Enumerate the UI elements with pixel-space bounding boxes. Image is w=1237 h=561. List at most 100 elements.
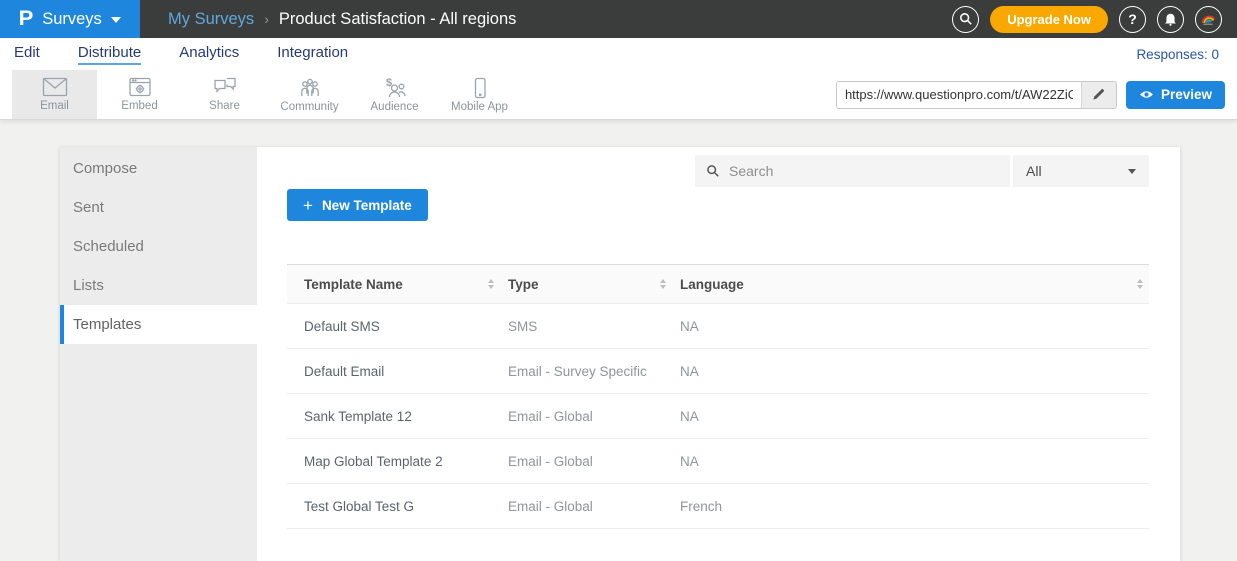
email-icon <box>42 77 68 98</box>
sidebar-item-scheduled[interactable]: Scheduled <box>60 227 257 266</box>
pencil-icon <box>1092 88 1105 101</box>
tab-distribute[interactable]: Distribute <box>78 44 141 65</box>
search-input[interactable] <box>729 163 999 179</box>
toolbar-item-label: Mobile App <box>451 101 508 113</box>
template-type: Email - Global <box>500 454 672 469</box>
toolbar-item-label: Community <box>280 101 338 113</box>
sidebar-item-compose[interactable]: Compose <box>60 149 257 188</box>
table-row[interactable]: Default SMS SMS NA <box>287 304 1149 349</box>
toolbar-item-label: Embed <box>121 100 157 112</box>
sidebar-item-label: Scheduled <box>73 238 144 255</box>
embed-icon <box>128 77 152 98</box>
sidebar-item-label: Sent <box>73 199 104 216</box>
templates-panel: Compose Sent Scheduled Lists Templates A <box>60 147 1180 561</box>
search-icon <box>959 12 973 26</box>
column-header-type[interactable]: Type <box>500 277 672 292</box>
templates-main: All + New Template Template Name Type La… <box>257 147 1180 561</box>
type-filter-value: All <box>1026 163 1042 179</box>
template-type: Email - Global <box>500 409 672 424</box>
template-name-link[interactable]: Default SMS <box>287 319 500 334</box>
eye-icon <box>1139 89 1154 100</box>
table-row[interactable]: Test Global Test G Email - Global French <box>287 484 1149 529</box>
topbar-actions: Upgrade Now ? <box>952 0 1237 38</box>
search-icon <box>706 164 720 178</box>
preview-button[interactable]: Preview <box>1126 81 1225 109</box>
toolbar-right: Preview <box>836 70 1237 119</box>
chevron-down-icon <box>111 17 121 23</box>
template-type: Email - Survey Specific <box>500 364 672 379</box>
upgrade-now-button[interactable]: Upgrade Now <box>990 6 1108 33</box>
search-button[interactable] <box>952 6 979 33</box>
new-template-button[interactable]: + New Template <box>287 189 428 221</box>
type-filter-dropdown[interactable]: All <box>1013 155 1149 187</box>
product-switcher-label: Surveys <box>42 10 102 29</box>
toolbar-item-label: Share <box>209 100 240 112</box>
product-switcher[interactable]: P Surveys <box>0 0 140 38</box>
sidebar-item-label: Templates <box>73 316 141 333</box>
tab-analytics[interactable]: Analytics <box>179 44 239 65</box>
share-icon <box>212 77 238 98</box>
column-header-template-name[interactable]: Template Name <box>287 277 500 292</box>
responses-count[interactable]: Responses: 0 <box>1136 47 1219 62</box>
audience-icon: $ <box>382 77 408 99</box>
page-title: Product Satisfaction - All regions <box>279 10 517 29</box>
filters-row: All <box>287 155 1149 187</box>
toolbar-item-label: Email <box>40 100 69 112</box>
bell-icon <box>1164 12 1177 26</box>
survey-nav-tabs: Edit Distribute Analytics Integration Re… <box>0 38 1237 70</box>
toolbar-item-mobile-app[interactable]: Mobile App <box>437 70 522 119</box>
template-language: NA <box>672 319 1149 334</box>
preview-button-label: Preview <box>1161 87 1212 102</box>
email-sidebar: Compose Sent Scheduled Lists Templates <box>60 147 257 561</box>
toolbar-item-share[interactable]: Share <box>182 70 267 119</box>
template-name-link[interactable]: Test Global Test G <box>287 499 500 514</box>
templates-table: Template Name Type Language Default SMS … <box>287 264 1149 529</box>
template-language: NA <box>672 364 1149 379</box>
question-mark-icon: ? <box>1128 11 1137 27</box>
survey-url-input[interactable] <box>837 82 1081 108</box>
mobile-app-icon <box>468 77 492 99</box>
template-language: NA <box>672 454 1149 469</box>
toolbar-item-label: Audience <box>371 101 419 113</box>
toolbar-item-audience[interactable]: $ Audience <box>352 70 437 119</box>
breadcrumb-separator: › <box>264 11 269 27</box>
table-header-row: Template Name Type Language <box>287 264 1149 304</box>
plus-icon: + <box>303 197 313 214</box>
tab-integration[interactable]: Integration <box>277 44 348 65</box>
sidebar-item-sent[interactable]: Sent <box>60 188 257 227</box>
table-row[interactable]: Sank Template 12 Email - Global NA <box>287 394 1149 439</box>
template-type: SMS <box>500 319 672 334</box>
questionpro-logo: P <box>19 7 34 31</box>
sort-icon[interactable] <box>660 279 666 289</box>
table-row[interactable]: Default Email Email - Survey Specific NA <box>287 349 1149 394</box>
survey-url-group <box>836 81 1117 109</box>
sort-icon[interactable] <box>1137 279 1143 289</box>
breadcrumb-my-surveys[interactable]: My Surveys <box>168 10 254 29</box>
distribute-toolbar: Email Embed Share Community $ <box>0 70 1237 120</box>
account-menu-button[interactable] <box>1195 6 1222 33</box>
table-row[interactable]: Map Global Template 2 Email - Global NA <box>287 439 1149 484</box>
template-name-link[interactable]: Default Email <box>287 364 500 379</box>
notifications-button[interactable] <box>1157 6 1184 33</box>
sidebar-item-label: Compose <box>73 160 137 177</box>
sidebar-item-label: Lists <box>73 277 104 294</box>
template-name-link[interactable]: Sank Template 12 <box>287 409 500 424</box>
column-header-language[interactable]: Language <box>672 277 1149 292</box>
help-button[interactable]: ? <box>1119 6 1146 33</box>
new-template-label: New Template <box>322 198 412 213</box>
toolbar-item-embed[interactable]: Embed <box>97 70 182 119</box>
template-search <box>695 155 1010 187</box>
top-bar: P Surveys My Surveys › Product Satisfact… <box>0 0 1237 38</box>
sidebar-item-lists[interactable]: Lists <box>60 266 257 305</box>
sidebar-item-templates[interactable]: Templates <box>60 305 257 344</box>
toolbar-item-community[interactable]: Community <box>267 70 352 119</box>
template-name-link[interactable]: Map Global Template 2 <box>287 454 500 469</box>
breadcrumb: My Surveys › Product Satisfaction - All … <box>140 0 952 38</box>
avatar <box>1200 11 1217 28</box>
template-language: French <box>672 499 1149 514</box>
community-icon <box>297 77 323 99</box>
sort-icon[interactable] <box>488 279 494 289</box>
tab-edit[interactable]: Edit <box>14 44 40 65</box>
edit-url-button[interactable] <box>1081 82 1116 108</box>
toolbar-item-email[interactable]: Email <box>12 70 97 119</box>
